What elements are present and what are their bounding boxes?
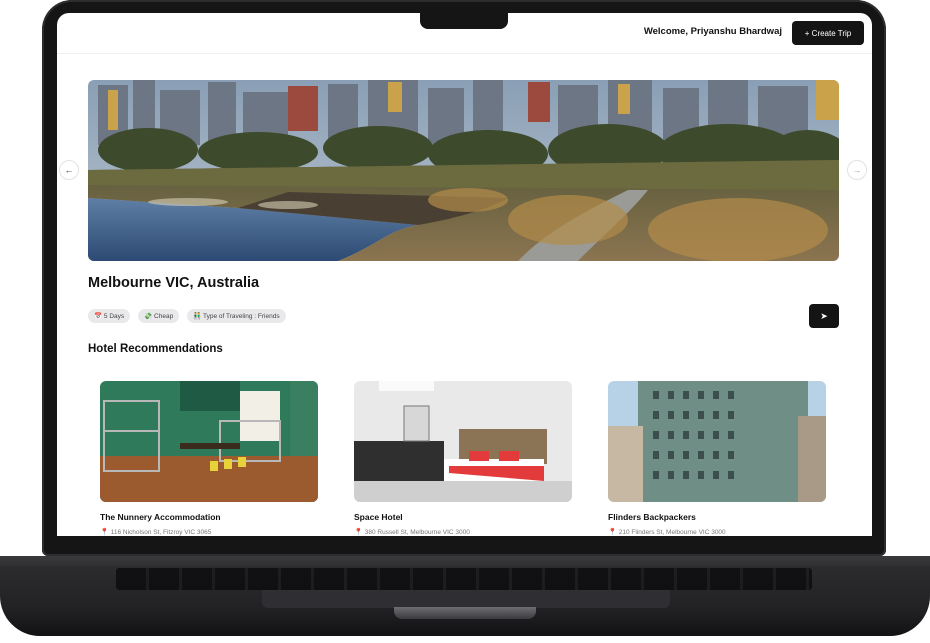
hotel-name: The Nunnery Accommodation bbox=[100, 512, 221, 522]
hotel-address: 📍 380 Russell St, Melbourne VIC 3000 bbox=[354, 529, 470, 536]
welcome-text: Welcome, Priyanshu Bhardwaj bbox=[643, 26, 782, 37]
destination-hero-image bbox=[88, 80, 839, 261]
hotel-card[interactable]: The Nunnery Accommodation 📍 116 Nicholson… bbox=[100, 381, 318, 536]
melbourne-photo bbox=[88, 80, 839, 261]
carousel-prev-button[interactable]: ← bbox=[59, 160, 79, 180]
location-pin-icon: 📍 bbox=[354, 529, 363, 536]
hotel-name: Space Hotel bbox=[354, 512, 403, 522]
app-screen: Welcome, Priyanshu Bhardwaj + Create Tri… bbox=[57, 13, 872, 536]
budget-chip: 💸 Cheap bbox=[138, 309, 180, 323]
hotel-name: Flinders Backpackers bbox=[608, 512, 696, 522]
duration-chip: 📅 5 Days bbox=[88, 309, 131, 323]
hotel-image bbox=[608, 381, 826, 502]
travel-type-chip: 👬 Type of Traveling : Friends bbox=[187, 309, 286, 323]
create-trip-button[interactable]: + Create Trip bbox=[792, 21, 864, 45]
hotel-card[interactable]: Space Hotel 📍 380 Russell St, Melbourne V… bbox=[354, 381, 572, 536]
hotel-image bbox=[100, 381, 318, 502]
location-pin-icon: 📍 bbox=[608, 529, 617, 536]
hotel-card[interactable]: Flinders Backpackers 📍 210 Flinders St, M… bbox=[608, 381, 826, 536]
hotel-image bbox=[354, 381, 572, 502]
send-icon: ➤ bbox=[820, 310, 828, 321]
laptop-hinge bbox=[394, 607, 536, 619]
hotel-address: 📍 116 Nicholson St, Fitzroy VIC 3065 bbox=[100, 529, 212, 536]
destination-title: Melbourne VIC, Australia bbox=[88, 275, 260, 291]
trip-info-chips: 📅 5 Days 💸 Cheap 👬 Type of Traveling : F… bbox=[88, 309, 286, 323]
carousel-next-button[interactable]: → bbox=[847, 160, 867, 180]
share-button[interactable]: ➤ bbox=[809, 304, 839, 328]
hotel-address: 📍 210 Flinders St, Melbourne VIC 3000 bbox=[608, 529, 726, 536]
hotel-recommendations-title: Hotel Recommendations bbox=[88, 343, 223, 355]
keyboard bbox=[116, 568, 812, 590]
location-pin-icon: 📍 bbox=[100, 529, 109, 536]
camera-notch bbox=[420, 11, 508, 29]
trackpad-edge bbox=[262, 590, 670, 608]
